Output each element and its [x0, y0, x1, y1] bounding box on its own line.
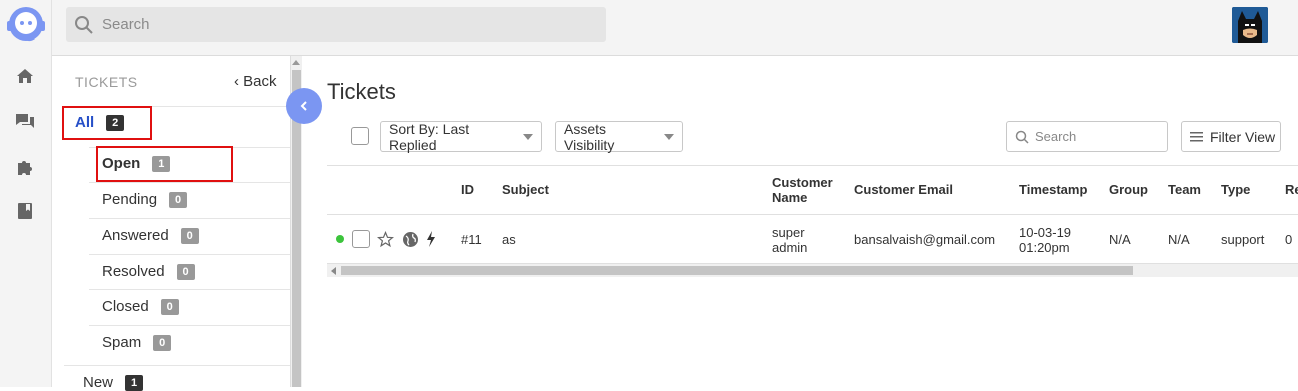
puzzle-icon[interactable]: [14, 156, 36, 178]
filter-answered-label: Answered: [102, 227, 169, 244]
cell-type: support: [1221, 232, 1265, 247]
table-border: [327, 214, 1298, 215]
sort-label: Sort By: Last Replied: [389, 120, 470, 153]
star-icon[interactable]: [377, 231, 394, 248]
col-header-customer-name-line2: Name: [772, 190, 808, 205]
globe-icon: [403, 232, 418, 247]
tickets-panel: TICKETS ‹ Back All 2 Open 1 Pending 0 An…: [52, 56, 290, 391]
table-border: [327, 165, 1298, 166]
cell-timestamp-time: 01:20pm: [1019, 240, 1070, 255]
divider: [89, 325, 290, 326]
filter-spam-label: Spam: [102, 334, 142, 351]
scroll-left-icon[interactable]: [331, 267, 336, 275]
divider: [89, 254, 290, 255]
home-icon[interactable]: [14, 65, 36, 87]
cell-customer-name: super admin: [772, 225, 807, 255]
col-header-subject[interactable]: Subject: [502, 182, 549, 197]
icon-rail: [0, 0, 52, 387]
cell-customer-name-line1: super: [772, 225, 805, 240]
back-link[interactable]: ‹ Back: [234, 73, 277, 90]
select-all-checkbox[interactable]: [351, 127, 369, 145]
highlight-box-open: [96, 146, 233, 182]
chat-icon[interactable]: [14, 110, 36, 132]
filter-resolved[interactable]: Resolved 0: [102, 263, 195, 280]
divider: [64, 365, 290, 366]
global-search[interactable]: [66, 7, 606, 42]
chevron-left-icon: ‹: [234, 73, 239, 90]
cell-replies: 0: [1285, 232, 1293, 247]
cell-group: N/A: [1109, 232, 1131, 247]
filter-closed-label: Closed: [102, 298, 149, 315]
filter-new-count: 1: [125, 374, 144, 391]
filter-answered-count: 0: [180, 227, 199, 244]
col-header-id[interactable]: ID: [461, 182, 474, 197]
col-header-customer-name[interactable]: Customer Name: [772, 175, 833, 205]
highlight-box-all: [62, 106, 152, 140]
col-header-customer-email[interactable]: Customer Email: [854, 182, 953, 197]
cell-id[interactable]: #11: [461, 232, 482, 247]
top-bar: [52, 0, 1298, 56]
col-header-team[interactable]: Team: [1168, 182, 1201, 197]
lightning-icon: [427, 231, 435, 247]
caret-down-icon: [664, 133, 674, 140]
col-header-replies[interactable]: Re: [1285, 182, 1298, 197]
filter-pending-count: 0: [169, 191, 188, 208]
panel-heading: TICKETS: [75, 74, 138, 90]
filter-pending[interactable]: Pending 0: [102, 191, 188, 208]
filter-new[interactable]: New 1: [83, 374, 144, 391]
cell-timestamp: 10-03-19 01:20pm: [1019, 225, 1071, 255]
filter-spam-count: 0: [153, 334, 172, 351]
cell-customer-email: bansalvaish@gmail.com: [854, 232, 996, 247]
cell-team: N/A: [1168, 232, 1190, 247]
row-checkbox[interactable]: [352, 230, 370, 248]
filter-closed-count: 0: [160, 298, 179, 315]
cell-subject[interactable]: as: [502, 232, 516, 247]
sort-dropdown[interactable]: Sort By: Last Replied: [380, 120, 542, 153]
filter-resolved-count: 0: [176, 263, 195, 280]
divider: [89, 289, 290, 290]
back-label: Back: [243, 73, 277, 90]
cell-timestamp-date: 10-03-19: [1019, 225, 1072, 240]
logo-icon[interactable]: [4, 2, 48, 46]
assets-visibility-dropdown[interactable]: Assets Visibility: [555, 120, 683, 153]
avatar[interactable]: [1232, 7, 1268, 43]
book-icon[interactable]: [14, 200, 36, 222]
divider: [89, 182, 290, 183]
scroll-up-icon[interactable]: [292, 60, 300, 65]
filter-pending-label: Pending: [102, 191, 158, 208]
ticket-search-input[interactable]: [1035, 129, 1155, 144]
filter-new-label: New: [83, 374, 114, 391]
ticket-search[interactable]: [1006, 121, 1168, 152]
filter-answered[interactable]: Answered 0: [102, 227, 199, 244]
col-header-type[interactable]: Type: [1221, 182, 1250, 197]
collapse-panel-button[interactable]: [286, 88, 322, 124]
filter-closed[interactable]: Closed 0: [102, 298, 179, 315]
col-header-timestamp[interactable]: Timestamp: [1019, 182, 1087, 197]
cell-customer-name-line2: admin: [772, 240, 808, 255]
filter-view-button[interactable]: Filter View: [1181, 121, 1281, 152]
filter-view-label: Filter View: [1210, 128, 1276, 145]
online-status-dot: [336, 235, 344, 243]
page-title: Tickets: [327, 79, 396, 104]
search-icon: [75, 15, 93, 34]
table-scrollbar-thumb[interactable]: [341, 266, 1133, 275]
col-header-customer-name-line1: Customer: [772, 175, 833, 190]
chevron-left-icon: [300, 101, 307, 111]
search-icon: [1015, 130, 1029, 144]
filter-spam[interactable]: Spam 0: [102, 334, 172, 351]
filter-resolved-label: Resolved: [102, 263, 165, 280]
col-header-group[interactable]: Group: [1109, 182, 1148, 197]
divider: [89, 218, 290, 219]
assets-label: Assets Visibility: [564, 120, 615, 153]
menu-icon: [1190, 131, 1203, 141]
caret-down-icon: [523, 133, 533, 140]
global-search-input[interactable]: [102, 16, 582, 33]
